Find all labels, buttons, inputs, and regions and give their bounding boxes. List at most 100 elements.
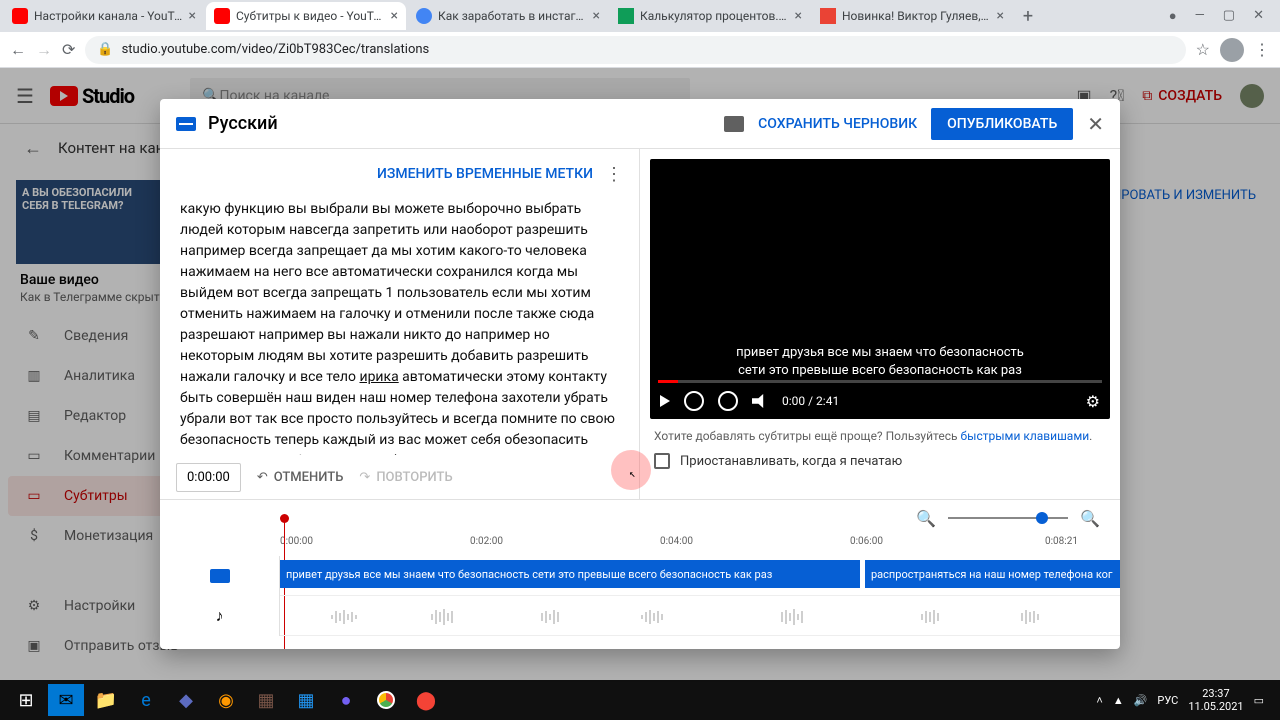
- subtitle-text-editor[interactable]: какую функцию вы выбрали вы можете выбор…: [160, 199, 639, 455]
- redo-icon: ↷: [359, 470, 370, 485]
- back-icon[interactable]: ←: [10, 40, 26, 60]
- app-icon[interactable]: ◆: [166, 680, 206, 720]
- hamburger-icon[interactable]: ☰: [16, 84, 34, 108]
- subtitle-track-header[interactable]: [160, 556, 280, 596]
- subtitle-clip-1[interactable]: привет друзья все мы знаем что безопасно…: [280, 560, 860, 588]
- video-caption: привет друзья все мы знаем что безопасно…: [650, 344, 1110, 380]
- lock-icon: 🔒: [97, 42, 113, 57]
- redo-button[interactable]: ↷ПОВТОРИТЬ: [359, 470, 452, 485]
- minimize-icon[interactable]: —: [1195, 8, 1205, 24]
- publish-button[interactable]: ОПУБЛИКОВАТЬ: [931, 108, 1073, 140]
- tray-notifications-icon[interactable]: ▭: [1254, 694, 1264, 707]
- tray-network-icon[interactable]: ▲: [1113, 694, 1124, 707]
- tray-chevron-icon[interactable]: ˄: [1096, 694, 1102, 707]
- edge-icon[interactable]: e: [126, 680, 166, 720]
- shortcut-hint: Хотите добавлять субтитры ещё проще? Пол…: [650, 419, 1110, 453]
- tab-1[interactable]: Субтитры к видео - YouTube St×: [206, 2, 406, 30]
- more-options-icon[interactable]: ⋮: [605, 164, 623, 185]
- browser-tabbar: Настройки канала - YouTube St× Субтитры …: [0, 0, 1280, 32]
- cursor-pointer: ↖: [629, 467, 636, 480]
- music-note-icon: ♪: [216, 606, 224, 626]
- timeline: 🔍 🔍 0:00:00 0:02:00 0:04:00 0:06:00 0:08…: [160, 499, 1120, 649]
- edit-timings-button[interactable]: ИЗМЕНИТЬ ВРЕМЕННЫЕ МЕТКИ: [377, 166, 593, 182]
- maximize-icon[interactable]: ▢: [1223, 8, 1235, 24]
- dollar-icon: $: [24, 528, 44, 544]
- subtitle-track[interactable]: привет друзья все мы знаем что безопасно…: [280, 556, 1120, 596]
- play-icon[interactable]: [660, 395, 670, 407]
- menu-icon[interactable]: ⋮: [1254, 40, 1270, 59]
- app-icon[interactable]: ▦: [246, 680, 286, 720]
- play-icon: [50, 86, 78, 106]
- mail-icon[interactable]: ✉: [48, 684, 84, 716]
- explorer-icon[interactable]: 📁: [86, 680, 126, 720]
- undo-icon: ↶: [257, 470, 268, 485]
- comment-icon[interactable]: [724, 116, 744, 132]
- studio-logo[interactable]: Studio: [50, 84, 134, 108]
- new-tab-button[interactable]: +: [1014, 6, 1042, 27]
- close-icon[interactable]: ×: [391, 8, 398, 24]
- create-icon: ⧉: [1142, 88, 1152, 104]
- sheets-icon: [618, 8, 634, 24]
- comments-icon: ▭: [24, 448, 44, 464]
- settings-icon[interactable]: ⚙: [1086, 392, 1100, 411]
- gmail-icon: [820, 8, 836, 24]
- close-modal-icon[interactable]: ✕: [1087, 112, 1104, 136]
- chrome-icon[interactable]: [366, 680, 406, 720]
- viber-icon[interactable]: ●: [326, 680, 366, 720]
- language-label: Русский: [208, 113, 278, 134]
- tray-volume-icon[interactable]: 🔊: [1134, 694, 1148, 707]
- url-input[interactable]: 🔒studio.youtube.com/video/Zi0bT983Cec/tr…: [85, 36, 1185, 64]
- time-ruler[interactable]: 0:00:00 0:02:00 0:04:00 0:06:00 0:08:21: [280, 536, 1120, 556]
- video-thumbnail[interactable]: А ВЫ ОБЕЗОПАСИЛИ СЕБЯ В TELEGRAM?: [16, 180, 166, 264]
- feedback-icon: ▣: [24, 638, 44, 654]
- app-icon[interactable]: ◉: [206, 680, 246, 720]
- tray-clock[interactable]: 23:3711.05.2021: [1188, 687, 1243, 713]
- shortcuts-link[interactable]: быстрыми клавишами: [960, 429, 1089, 443]
- close-icon[interactable]: ×: [593, 8, 600, 24]
- rewind-icon[interactable]: [684, 391, 704, 411]
- zoom-slider[interactable]: [948, 517, 1068, 519]
- tab-4[interactable]: Новинка! Виктор Гуляев, добав×: [812, 2, 1012, 30]
- youtube-icon: [214, 8, 230, 24]
- windows-taskbar: ⊞ ✉ 📁 e ◆ ◉ ▦ ▦ ● ⬤ ˄ ▲ 🔊 РУС 23:3711.05…: [0, 680, 1280, 720]
- reload-icon[interactable]: ⟳: [62, 40, 75, 59]
- audio-track-header[interactable]: ♪: [160, 596, 280, 636]
- tray-lang[interactable]: РУС: [1157, 694, 1178, 707]
- checkbox-icon: [654, 453, 670, 469]
- tab-3[interactable]: Калькулятор процентов. Проце×: [610, 2, 810, 30]
- subtitle-clip-2[interactable]: распространяться на наш номер телефона к…: [865, 560, 1120, 588]
- save-draft-button[interactable]: СОХРАНИТЬ ЧЕРНОВИК: [758, 116, 917, 132]
- account-icon[interactable]: ●: [1169, 8, 1177, 24]
- forward-icon[interactable]: [718, 391, 738, 411]
- youtube-icon: [12, 8, 28, 24]
- gear-icon: ⚙: [24, 598, 44, 614]
- create-button[interactable]: ⧉СОЗДАТЬ: [1142, 88, 1222, 104]
- close-icon[interactable]: ×: [997, 8, 1004, 24]
- close-icon[interactable]: ×: [795, 8, 802, 24]
- back-arrow-icon[interactable]: ←: [24, 138, 42, 159]
- close-window-icon[interactable]: ✕: [1253, 8, 1264, 24]
- editor-icon: ▤: [24, 408, 44, 424]
- timestamp-input[interactable]: 0:00:00: [176, 463, 241, 492]
- profile-avatar[interactable]: [1220, 38, 1244, 62]
- zoom-in-icon[interactable]: 🔍: [1080, 509, 1100, 528]
- analytics-icon: ▥: [24, 368, 44, 384]
- tab-2[interactable]: Как заработать в инстаграм | 8×: [408, 2, 608, 30]
- tab-0[interactable]: Настройки канала - YouTube St×: [4, 2, 204, 30]
- forward-icon[interactable]: →: [36, 40, 52, 60]
- record-icon[interactable]: ⬤: [406, 680, 446, 720]
- video-player[interactable]: привет друзья все мы знаем что безопасно…: [650, 159, 1110, 419]
- audio-track[interactable]: [280, 596, 1120, 636]
- pencil-icon: ✎: [24, 328, 44, 344]
- channel-avatar[interactable]: [1240, 84, 1264, 108]
- undo-button[interactable]: ↶ОТМЕНИТЬ: [257, 470, 344, 485]
- pause-while-typing-checkbox[interactable]: Приостанавливать, когда я печатаю: [650, 453, 1110, 469]
- zoom-out-icon[interactable]: 🔍: [916, 509, 936, 528]
- close-icon[interactable]: ×: [189, 8, 196, 24]
- volume-icon[interactable]: [752, 394, 768, 408]
- star-icon[interactable]: ☆: [1196, 40, 1210, 59]
- favicon-icon: [416, 8, 432, 24]
- start-button[interactable]: ⊞: [6, 680, 46, 720]
- address-bar: ← → ⟳ 🔒studio.youtube.com/video/Zi0bT983…: [0, 32, 1280, 68]
- app-icon[interactable]: ▦: [286, 680, 326, 720]
